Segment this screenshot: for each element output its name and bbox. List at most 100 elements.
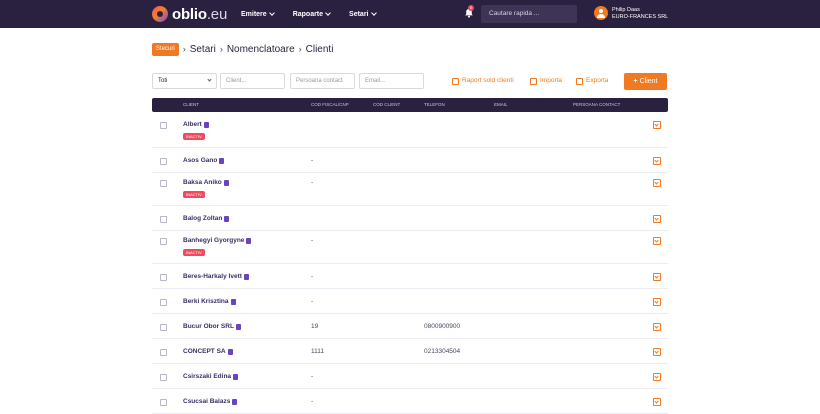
add-client-button[interactable]: + Client [624,73,667,90]
row-checkbox[interactable] [160,238,167,245]
row-edit-icon[interactable] [653,157,661,165]
cod-fiscal-cell: - [311,398,314,405]
row-checkbox[interactable] [160,158,167,165]
lock-icon [246,237,252,244]
table-row[interactable]: Csucsai Balazs - [152,389,668,414]
client-filter-input[interactable]: Client... [220,73,285,89]
table-row[interactable]: Asos Gano - [152,148,668,173]
breadcrumb-setari[interactable]: Setari [190,44,216,55]
inactive-status-badge: INACTIV [183,133,205,140]
balance-report-link[interactable]: Raport sold clienti [452,73,514,89]
import-link[interactable]: Importa [530,73,562,89]
header-telefon[interactable]: Telefon [424,98,445,112]
table-row[interactable]: Balog Zoltan [152,206,668,231]
export-label: Exporta [586,77,609,84]
client-name-link[interactable]: Baksa Aniko [183,179,229,186]
client-name-link[interactable]: Beres-Harkaly Ivett [183,273,249,280]
cod-fiscal-cell: - [311,273,314,280]
client-name-link[interactable]: Csirszaki Edina [183,373,239,380]
cod-fiscal-cell: - [311,237,314,244]
balance-report-label: Raport sold clienti [462,77,514,84]
user-info[interactable]: Philip Daas EURO-FRANCES SRL [612,7,668,20]
row-checkbox[interactable] [160,374,167,381]
client-type-select[interactable]: Toti [152,73,217,89]
lock-icon [235,323,241,330]
client-name-link[interactable]: Bucur Obor SRL [183,323,241,330]
inactive-status-badge: INACTIV [183,191,205,198]
client-name-link[interactable]: Balog Zoltan [183,215,230,222]
user-avatar[interactable] [594,6,608,20]
client-name: Bucur Obor SRL [183,323,234,330]
email-filter-input[interactable]: Email... [359,73,424,89]
table-header: Client Cod fiscal/CNP Cod client Telefon… [152,98,668,112]
header-persoana-contact[interactable]: Persoana contact [573,98,620,112]
breadcrumb-nomenclatoare[interactable]: Nomenclatoare [227,44,295,55]
row-edit-icon[interactable] [653,373,661,381]
row-edit-icon[interactable] [653,179,661,187]
notifications-count-badge: 0 [468,5,474,11]
row-checkbox[interactable] [160,180,167,187]
client-name: Beres-Harkaly Ivett [183,273,242,280]
row-edit-icon[interactable] [653,298,661,306]
main-menu: Emitere Rapoarte Setari [241,0,395,28]
client-name-link[interactable]: Berki Krisztina [183,298,236,305]
header-email[interactable]: Email [494,98,508,112]
client-name-link[interactable]: Albert [183,121,209,128]
chevron-down-icon [325,10,331,16]
client-name: Baksa Aniko [183,179,222,186]
client-name-link[interactable]: Csucsai Balazs [183,398,238,405]
header-client[interactable]: Client [183,98,199,112]
row-checkbox[interactable] [160,399,167,406]
row-checkbox[interactable] [160,324,167,331]
header-cod-fiscal[interactable]: Cod fiscal/CNP [311,98,349,112]
row-checkbox[interactable] [160,349,167,356]
table-row[interactable]: Banhegyi Gyorgyne INACTIV - [152,231,668,264]
client-name: Banhegyi Gyorgyne [183,237,245,244]
header-cod-client[interactable]: Cod client [373,98,400,112]
table-row[interactable]: Berki Krisztina - [152,289,668,314]
client-name: Balog Zoltan [183,215,223,222]
row-checkbox[interactable] [160,299,167,306]
table-row[interactable]: Bucur Obor SRL 19 0800900900 [152,314,668,339]
logo-tld: .eu [206,5,228,23]
lock-icon [219,157,225,164]
row-checkbox[interactable] [160,122,167,129]
brand-logo[interactable]: oblio.eu [152,5,227,23]
table-row[interactable]: Baksa Aniko INACTIV - [152,173,668,206]
row-edit-icon[interactable] [653,237,661,245]
cod-fiscal-cell: - [311,373,314,380]
table-row[interactable]: Beres-Harkaly Ivett - [152,264,668,289]
row-checkbox[interactable] [160,216,167,223]
lock-icon [230,298,236,305]
client-name-link[interactable]: Banhegyi Gyorgyne [183,237,252,244]
contact-filter-input[interactable]: Persoana contact [290,73,355,89]
menu-label: Setari [349,10,369,18]
cod-fiscal-cell: 1111 [311,348,325,355]
logo-text: oblio.eu [172,6,227,23]
menu-emitere[interactable]: Emitere [241,10,275,18]
row-edit-icon[interactable] [653,398,661,406]
user-company: EURO-FRANCES SRL [612,13,669,20]
upload-icon [576,77,583,85]
menu-setari[interactable]: Setari [349,10,377,18]
table-row[interactable]: CONCEPT SA 1111 0213304504 [152,339,668,364]
table-row[interactable]: Albert INACTIV [152,115,668,148]
lock-icon [232,398,238,405]
quick-search-input[interactable]: Cautare rapida ... [481,5,577,23]
export-link[interactable]: Exporta [576,73,608,89]
row-edit-icon[interactable] [653,121,661,129]
download-icon [530,77,537,85]
row-edit-icon[interactable] [653,323,661,331]
inactive-status-badge: INACTIV [183,249,205,256]
lock-icon [203,121,209,128]
row-edit-icon[interactable] [653,348,661,356]
row-edit-icon[interactable] [653,215,661,223]
client-name-link[interactable]: CONCEPT SA [183,348,233,355]
client-name-link[interactable]: Asos Gano [183,157,225,164]
menu-rapoarte[interactable]: Rapoarte [293,10,331,18]
breadcrumb-badge[interactable]: Stecuri [152,42,179,56]
table-row[interactable]: Csirszaki Edina - [152,364,668,389]
row-checkbox[interactable] [160,274,167,281]
chevron-down-icon [207,77,212,82]
row-edit-icon[interactable] [653,273,661,281]
